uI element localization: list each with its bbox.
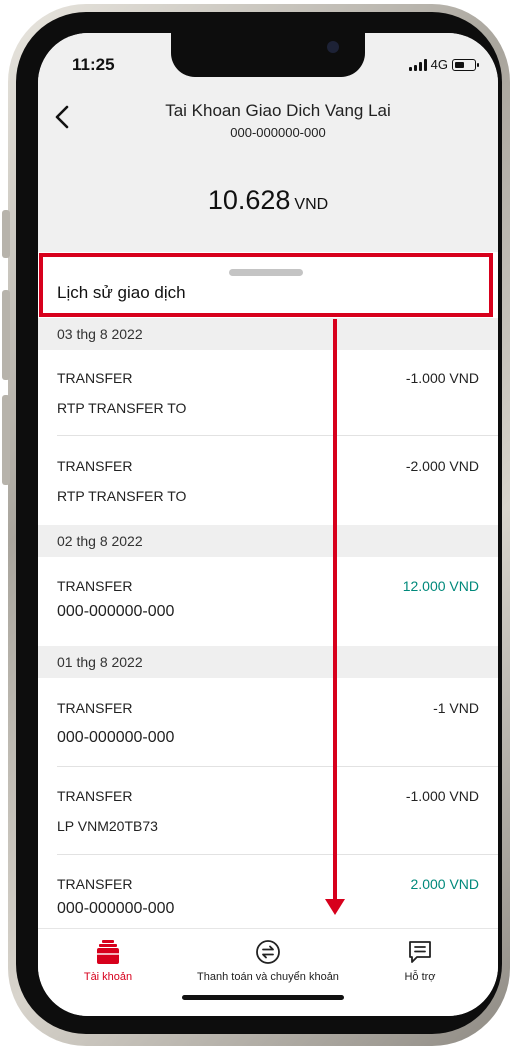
transaction-row[interactable]: TRANSFER RTP TRANSFER TO -2.000 VND — [57, 458, 479, 518]
annotation-arrow-head — [325, 899, 345, 915]
tab-support[interactable]: Hỗ trợ — [335, 939, 498, 983]
wallet-icon — [97, 940, 119, 964]
transaction-type: TRANSFER — [57, 876, 133, 892]
page-title: Tai Khoan Giao Dich Vang Lai — [165, 101, 391, 120]
transaction-description: RTP TRANSFER TO — [57, 400, 187, 416]
transfer-icon — [256, 940, 280, 964]
network-type: 4G — [430, 57, 448, 72]
transaction-row[interactable]: TRANSFER 000-000000-000 12.000 VND — [57, 578, 479, 638]
mute-button — [2, 210, 10, 258]
transaction-row[interactable]: TRANSFER RTP TRANSFER TO -1.000 VND — [57, 370, 479, 430]
chevron-left-icon — [55, 105, 69, 129]
tab-accounts[interactable]: Tài khoản — [38, 939, 193, 983]
phone-device: 11:25 4G Tai Khoan Giao Dich Vang Lai 00… — [0, 0, 518, 1051]
chat-icon — [409, 941, 431, 963]
balance: 10.628 VND — [38, 185, 498, 216]
row-divider — [57, 435, 498, 436]
transaction-type: TRANSFER — [57, 458, 133, 474]
volume-down-button — [2, 395, 10, 485]
date-header: 01 thg 8 2022 — [38, 646, 498, 678]
transaction-description: 000-000000-000 — [57, 900, 175, 917]
row-divider — [57, 854, 498, 855]
transaction-type: TRANSFER — [57, 578, 133, 594]
tab-label: Hỗ trợ — [404, 971, 436, 983]
tab-payments[interactable]: Thanh toán và chuyển khoản — [183, 939, 353, 983]
transaction-amount: -1 VND — [433, 700, 479, 716]
transaction-history-sheet[interactable]: Lịch sử giao dịch 03 thg 8 2022 TRANSFER… — [38, 252, 498, 928]
app-screen: 11:25 4G Tai Khoan Giao Dich Vang Lai 00… — [38, 33, 498, 1016]
signal-icon — [408, 58, 427, 71]
tab-label: Tài khoản — [83, 971, 133, 983]
status-time: 11:25 — [72, 55, 115, 74]
balance-currency: VND — [294, 196, 329, 213]
date-header: 03 thg 8 2022 — [38, 318, 498, 350]
balance-amount: 10.628 — [207, 185, 291, 215]
transaction-description: RTP TRANSFER TO — [57, 488, 187, 504]
transaction-type: TRANSFER — [57, 788, 133, 804]
row-divider — [57, 766, 498, 767]
transaction-amount: 12.000 VND — [402, 578, 479, 594]
transaction-row[interactable]: TRANSFER LP VNM20TB73 -1.000 VND — [57, 788, 479, 848]
transaction-row[interactable]: TRANSFER 000-000000-000 2.000 VND — [57, 876, 479, 926]
transaction-type: TRANSFER — [57, 370, 133, 386]
transaction-amount: -1.000 VND — [405, 370, 479, 386]
transaction-amount: 2.000 VND — [410, 876, 479, 892]
account-number: 000-000000-000 — [230, 125, 326, 140]
bottom-tab-bar: Tài khoản Thanh toán và chuyển khoản Hỗ … — [38, 928, 498, 1016]
date-header: 02 thg 8 2022 — [38, 525, 498, 557]
back-button[interactable] — [46, 101, 78, 133]
notch — [171, 33, 365, 77]
transaction-type: TRANSFER — [57, 700, 133, 716]
status-indicators: 4G — [408, 57, 479, 72]
volume-up-button — [2, 290, 10, 380]
camera-icon — [327, 41, 339, 53]
transaction-amount: -2.000 VND — [405, 458, 479, 474]
transaction-description: 000-000000-000 — [57, 603, 175, 620]
home-indicator[interactable] — [182, 995, 344, 1000]
transaction-amount: -1.000 VND — [405, 788, 479, 804]
highlight-box — [39, 253, 493, 317]
battery-icon — [452, 58, 479, 71]
annotation-arrow-line — [333, 319, 337, 899]
tab-label: Thanh toán và chuyển khoản — [197, 971, 339, 983]
transaction-row[interactable]: TRANSFER 000-000000-000 -1 VND — [57, 700, 479, 760]
transaction-description: LP VNM20TB73 — [57, 818, 158, 834]
transaction-description: 000-000000-000 — [57, 729, 175, 746]
